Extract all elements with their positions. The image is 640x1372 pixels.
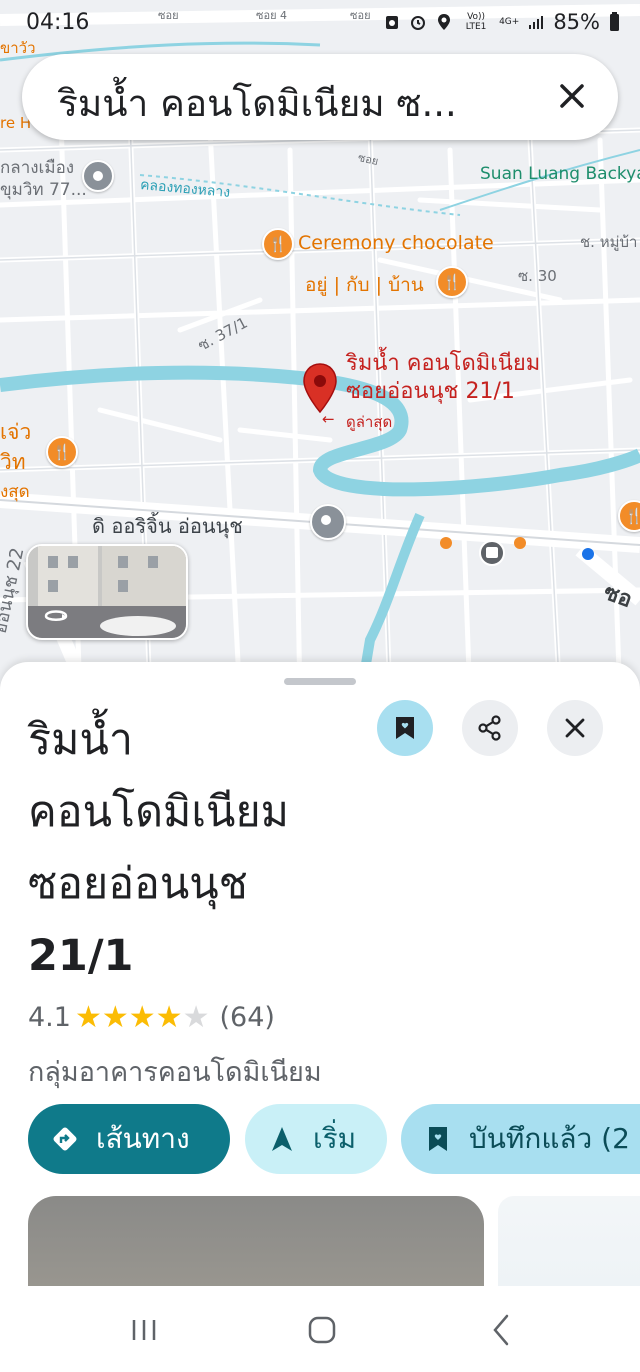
system-navigation-bar (0, 1286, 640, 1372)
rating-value: 4.1 (28, 1002, 71, 1033)
close-button[interactable] (547, 700, 603, 756)
star-icon: ★ (155, 999, 183, 1035)
status-bar: 04:16 Vo)) LTE1 4G+ 85% (0, 0, 640, 48)
alarm-icon (411, 16, 426, 30)
bookmark-heart-icon (396, 717, 414, 739)
map-label-jao: เจ่ว (0, 420, 32, 444)
close-icon (565, 718, 585, 738)
place-category: กลุ่มอาคารคอนโดมิเนียม (28, 1057, 322, 1088)
location-icon (438, 14, 451, 30)
map-label-soi30: ซ. 30 (518, 267, 557, 285)
rating-stars: ★ ★ ★ ★ ★ (74, 999, 210, 1035)
map-label-moo-ban: ช. หมู่บ้า (580, 233, 638, 251)
place-title-line: ริมน้ำ (28, 715, 133, 765)
history-arrow-icon: ← (322, 410, 335, 428)
notification-icon (386, 16, 399, 29)
start-label: เริ่ม (313, 1122, 357, 1155)
data-indicator: 4G+ (499, 17, 520, 27)
restaurant-pin-icon[interactable]: 🍴 (262, 228, 294, 260)
bookmark-heart-icon (429, 1127, 447, 1151)
map-label-origin[interactable]: ดิ ออริจิ้น อ่อนนุช (92, 510, 243, 542)
map-place-pin[interactable] (82, 160, 114, 192)
review-count[interactable]: (64) (219, 1002, 274, 1033)
status-time: 04:16 (26, 10, 90, 35)
map-pin-title-1: ริมน้ำ คอนโดมิเนียม (346, 351, 541, 376)
battery-percent: 85% (553, 10, 600, 34)
rating-row[interactable]: 4.1 ★ ★ ★ ★ ★ (64) (28, 1002, 275, 1033)
navigation-arrow-icon (272, 1127, 292, 1151)
map-label-sud: งสุด (0, 482, 30, 502)
map-label-sukhumvit: ขุมวิท 77... (0, 180, 87, 200)
saved-button[interactable]: บันทึกแล้ว (2 (401, 1104, 640, 1174)
place-title-line: 21/1 (28, 931, 134, 981)
place-details-sheet[interactable]: ริมน้ำ คอนโดมิเนียม ซอยอ่อนนุช 21/1 4.1 … (0, 662, 640, 1372)
place-title: ริมน้ำ คอนโดมิเนียม ซอยอ่อนนุช 21/1 (28, 704, 348, 992)
search-query[interactable]: ริมน้ำ คอนโดมิเนียม ซ... (58, 74, 538, 133)
star-icon: ★ (128, 999, 156, 1035)
home-icon[interactable] (300, 1308, 344, 1352)
restaurant-pin-icon[interactable]: 🍴 (46, 436, 78, 468)
save-button[interactable] (377, 700, 433, 756)
restaurant-pin-icon[interactable]: 🍴 (436, 266, 468, 298)
map-pin-subtitle: ดูล่าสุด (346, 413, 393, 431)
start-navigation-button[interactable]: เริ่ม (245, 1104, 387, 1174)
sheet-drag-handle[interactable] (284, 678, 356, 685)
star-icon: ★ (74, 999, 102, 1035)
recent-apps-icon[interactable] (122, 1308, 166, 1352)
street-view-thumbnail[interactable] (26, 544, 188, 640)
map-place-pin[interactable] (310, 504, 346, 540)
street-view-rotate-icon (44, 610, 68, 621)
share-button[interactable] (462, 700, 518, 756)
directions-label: เส้นทาง (96, 1122, 190, 1155)
map-label-yu-kab-baan[interactable]: อยู่ | กับ | บ้าน (305, 270, 424, 300)
clear-search-icon[interactable] (552, 76, 592, 116)
share-icon (478, 715, 501, 741)
selected-location-pin-icon[interactable] (302, 362, 338, 414)
map-label-wit: วิท (0, 450, 26, 474)
signal-icon (529, 16, 544, 29)
battery-icon (610, 12, 619, 31)
saved-label: บันทึกแล้ว (2 (469, 1122, 630, 1155)
search-bar[interactable]: ริมน้ำ คอนโดมิเนียม ซ... (22, 54, 618, 140)
star-empty-icon: ★ (182, 999, 210, 1035)
map-pin-title-2: ซอยอ่อนนุช 21/1 (346, 379, 515, 404)
back-icon[interactable] (480, 1308, 524, 1352)
network-indicator: Vo)) LTE1 (465, 12, 487, 32)
directions-button[interactable]: เส้นทาง (28, 1104, 230, 1174)
directions-icon (53, 1127, 77, 1151)
place-title-line: คอนโดมิเนียม (28, 787, 289, 837)
star-icon: ★ (101, 999, 129, 1035)
map-label-ceremony[interactable]: Ceremony chocolate (298, 232, 494, 254)
map-view[interactable]: ซอย ซอย 4 ซอย ขาวัว re H กลางเมือง ขุมวิ… (0, 0, 640, 700)
map-label-suan-luang: Suan Luang Backya (480, 164, 640, 184)
place-title-line: ซอยอ่อนนุช (28, 859, 248, 909)
